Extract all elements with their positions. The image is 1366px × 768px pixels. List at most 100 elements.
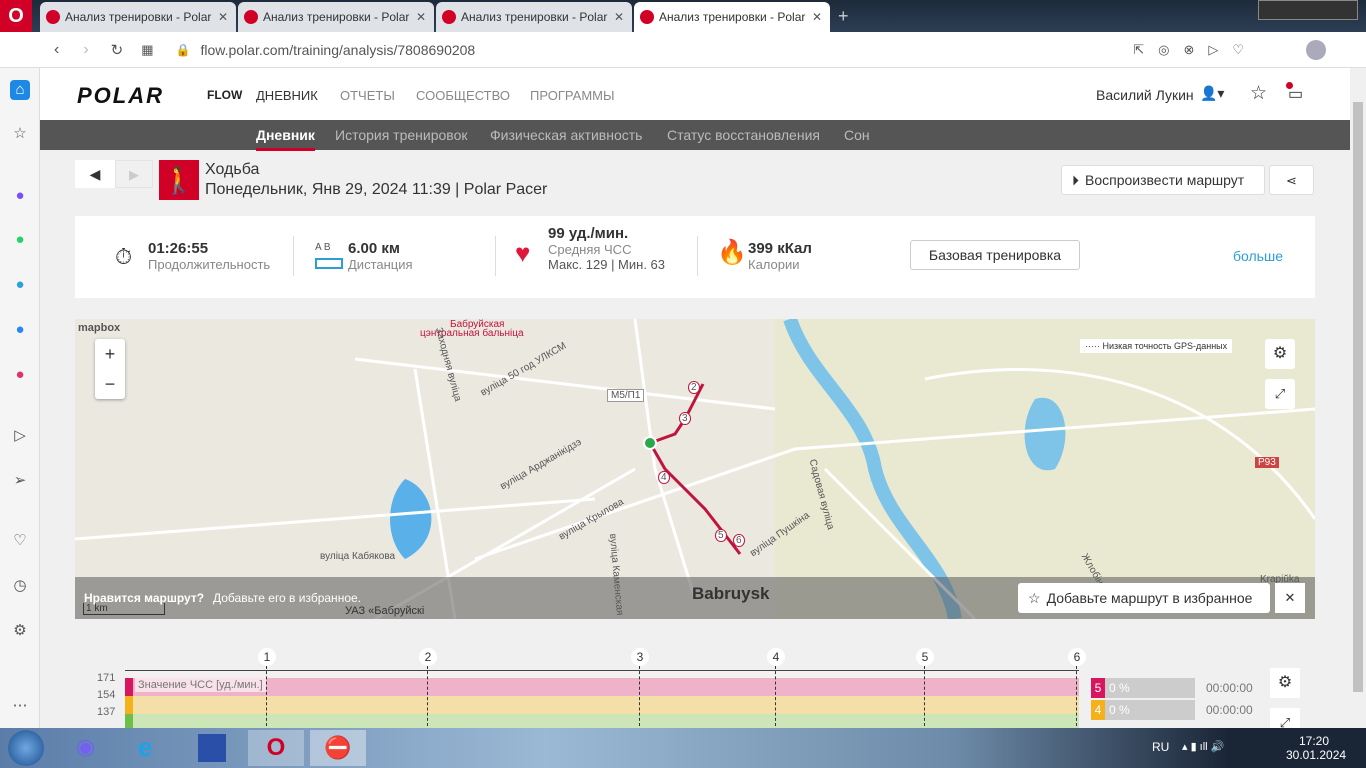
new-tab-button[interactable]: + xyxy=(838,6,849,27)
polar-favicon xyxy=(640,10,654,24)
map-settings-icon[interactable]: ⚙ xyxy=(1265,339,1295,369)
map-label: УАЗ «Бабруйскі xyxy=(345,605,425,617)
star-icon[interactable]: ☆ xyxy=(10,124,30,144)
favorite-promo-bar: Нравится маршрут? Добавьте его в избранн… xyxy=(75,577,1315,619)
settings-icon[interactable]: ⚙ xyxy=(10,621,30,641)
ie-icon[interactable]: e xyxy=(138,732,152,763)
lock-icon: 🔒 xyxy=(175,42,191,57)
nav-diary[interactable]: ДНЕВНИК xyxy=(256,88,318,103)
km-marker: 4 xyxy=(767,648,785,726)
map-scale: 1 km xyxy=(83,603,165,615)
nav-reports[interactable]: ОТЧЕТЫ xyxy=(340,88,395,103)
next-session-button[interactable]: ▶ xyxy=(115,160,153,188)
flow-label: FLOW xyxy=(207,88,243,102)
toolbar-icons[interactable]: ⇱◎⊗▷♡ xyxy=(1133,42,1258,58)
close-icon[interactable]: ✕ xyxy=(216,10,230,24)
speed-dial-icon[interactable]: ▦ xyxy=(141,42,153,58)
polar-logo[interactable]: POLAR xyxy=(77,83,164,109)
language-indicator[interactable]: RU xyxy=(1152,740,1169,754)
duration-value: 01:26:55 xyxy=(148,240,209,257)
viber-icon[interactable]: ◉ xyxy=(76,734,95,760)
subnav-diary[interactable]: Дневник xyxy=(256,127,315,151)
heart-icon: ♥ xyxy=(515,238,531,268)
add-route-favorite-button[interactable]: ☆ Добавьте маршрут в избранное xyxy=(1018,583,1270,613)
polar-favicon xyxy=(46,10,60,24)
page: POLAR FLOW ДНЕВНИК ОТЧЕТЫ СООБЩЕСТВО ПРО… xyxy=(40,68,1350,728)
heart-icon[interactable]: ♡ xyxy=(10,531,30,551)
nav-programs[interactable]: ПРОГРАММЫ xyxy=(530,88,615,103)
reload-icon[interactable]: ↻ xyxy=(111,41,124,59)
user-dropdown-icon[interactable]: 👤▾ xyxy=(1200,85,1224,102)
window-controls[interactable] xyxy=(1258,0,1358,20)
messenger-icon[interactable]: ● xyxy=(10,186,30,206)
chart-expand-icon[interactable]: ⤢ xyxy=(1270,708,1300,728)
vk-icon[interactable]: ● xyxy=(10,320,30,340)
clock[interactable]: 17:20 30.01.2024 xyxy=(1286,734,1346,762)
polar-taskbar-icon[interactable]: ⛔ xyxy=(310,730,366,766)
opera-sidebar: ⌂ ☆ ● ● ● ● ● ▷ ➢ ♡ ◷ ⚙ ⋯ xyxy=(0,68,40,728)
close-icon[interactable]: ✕ xyxy=(612,10,626,24)
send-icon[interactable]: ➢ xyxy=(10,471,30,491)
history-icon[interactable]: ◷ xyxy=(10,576,30,596)
telegram-icon[interactable]: ● xyxy=(10,275,30,295)
zoom-controls: + − xyxy=(95,339,125,399)
polar-favicon xyxy=(442,10,456,24)
polar-favicon xyxy=(244,10,258,24)
km-marker: 1 xyxy=(258,648,276,726)
back-icon[interactable]: ‹ xyxy=(54,41,59,59)
replay-route-button[interactable]: ⏵ Воспроизвести маршрут xyxy=(1061,165,1265,195)
nav-community[interactable]: СООБЩЕСТВО xyxy=(416,88,510,103)
avatar[interactable] xyxy=(1306,39,1326,60)
notifications-icon[interactable]: ▭ xyxy=(1286,82,1303,104)
taskbar: ◉ e O ⛔ RU ▴ ▮ ıll 🔊 17:20 30.01.2024 xyxy=(0,728,1366,768)
browser-tab-active[interactable]: Анализ тренировки - Polar ✕ xyxy=(634,2,830,32)
subnav-history[interactable]: История тренировок xyxy=(335,127,467,143)
scrollbar[interactable] xyxy=(1350,68,1366,728)
close-promo-button[interactable]: ✕ xyxy=(1275,583,1305,613)
browser-tab[interactable]: Анализ тренировки - Polar ✕ xyxy=(238,2,434,32)
calories-value: 399 кКал xyxy=(748,240,812,257)
close-icon[interactable]: ✕ xyxy=(810,10,824,24)
close-icon[interactable]: ✕ xyxy=(414,10,428,24)
y-tick: 171 xyxy=(97,672,116,684)
more-icon[interactable]: ⋯ xyxy=(10,696,30,716)
zoom-out-button[interactable]: − xyxy=(95,369,125,399)
map-canvas xyxy=(75,319,1315,619)
url-field[interactable]: flow.polar.com/training/analysis/7808690… xyxy=(200,42,475,58)
training-benefit-button[interactable]: Базовая тренировка xyxy=(910,240,1080,270)
share-button[interactable]: ⋖ xyxy=(1269,165,1314,195)
summary-card: ⏱ 01:26:55 Продолжительность A B 6.00 км… xyxy=(75,216,1315,298)
user-name[interactable]: Василий Лукин xyxy=(1096,87,1194,103)
whatsapp-icon[interactable]: ● xyxy=(10,230,30,250)
chart-settings-icon[interactable]: ⚙ xyxy=(1270,668,1300,698)
browser-tab[interactable]: Анализ тренировки - Polar ✕ xyxy=(40,2,236,32)
subnav-sleep[interactable]: Сон xyxy=(844,127,870,143)
home-icon[interactable]: ⌂ xyxy=(10,80,30,100)
instagram-icon[interactable]: ● xyxy=(10,365,30,385)
fullscreen-icon[interactable]: ⤢ xyxy=(1265,379,1295,409)
session-date: Понедельник, Янв 29, 2024 11:39 | Polar … xyxy=(205,181,548,198)
browser-tab[interactable]: Анализ тренировки - Polar ✕ xyxy=(436,2,632,32)
opera-menu-button[interactable]: O xyxy=(0,0,32,32)
sub-navigation: Дневник История тренировок Физическая ак… xyxy=(40,120,1350,151)
player-icon[interactable]: ▷ xyxy=(10,426,30,446)
prev-session-button[interactable]: ◀ xyxy=(75,160,115,188)
flame-icon: 🔥 xyxy=(717,239,747,266)
walking-icon: 🚶 xyxy=(159,160,199,200)
opera-taskbar-icon[interactable]: O xyxy=(248,730,304,766)
hr-chart: 171 154 137 Значение ЧСС [уд./мин.] 1 2 … xyxy=(75,648,1315,728)
site-header: POLAR FLOW ДНЕВНИК ОТЧЕТЫ СООБЩЕСТВО ПРО… xyxy=(40,68,1350,120)
forward-icon[interactable]: › xyxy=(83,41,88,59)
sport-name: Ходьба xyxy=(205,161,260,178)
route-map[interactable]: mapbox + − ····· Низкая точность GPS-дан… xyxy=(75,319,1315,619)
tray-icons[interactable]: ▴ ▮ ıll 🔊 xyxy=(1182,740,1224,753)
mapbox-logo[interactable]: mapbox xyxy=(78,322,120,334)
subnav-activity[interactable]: Физическая активность xyxy=(490,127,642,143)
floppy-icon[interactable] xyxy=(198,734,226,762)
start-button[interactable] xyxy=(8,730,44,766)
more-link[interactable]: больше xyxy=(1233,248,1283,264)
y-tick: 154 xyxy=(97,689,116,701)
favorites-star-icon[interactable]: ☆ xyxy=(1250,82,1267,105)
zoom-in-button[interactable]: + xyxy=(95,339,125,369)
subnav-recovery[interactable]: Статус восстановления xyxy=(667,127,820,143)
